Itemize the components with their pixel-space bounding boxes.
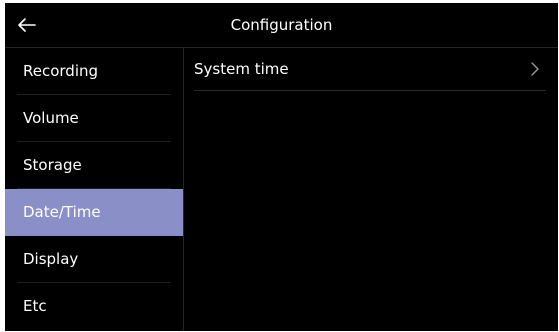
- sidebar-item-date-time[interactable]: Date/Time: [5, 189, 183, 236]
- sidebar-item-etc[interactable]: Etc: [5, 283, 183, 330]
- sidebar-item-label: Storage: [23, 156, 82, 174]
- chevron-right-icon: [531, 62, 539, 76]
- arrow-left-icon: [18, 18, 36, 32]
- sidebar-item-label: Recording: [23, 62, 99, 80]
- sidebar-item-label: Volume: [23, 109, 79, 127]
- sidebar-item-storage[interactable]: Storage: [5, 142, 183, 189]
- sidebar-item-volume[interactable]: Volume: [5, 95, 183, 142]
- sidebar-item-label: Etc: [23, 297, 47, 315]
- page-title: Configuration: [230, 16, 333, 34]
- system-time-row[interactable]: System time: [194, 48, 546, 91]
- settings-panel: System time: [184, 48, 558, 331]
- sidebar-item-label: Display: [23, 250, 79, 268]
- sidebar-item-display[interactable]: Display: [5, 236, 183, 283]
- sidebar: Recording Volume Storage Date/Time Displ…: [5, 48, 184, 331]
- system-time-label: System time: [194, 60, 289, 78]
- back-button[interactable]: [5, 3, 49, 47]
- configuration-screen: Configuration Recording Volume Storage D…: [5, 3, 558, 331]
- sidebar-item-label: Date/Time: [23, 203, 101, 221]
- header-bar: Configuration: [5, 3, 558, 48]
- sidebar-item-recording[interactable]: Recording: [5, 48, 183, 95]
